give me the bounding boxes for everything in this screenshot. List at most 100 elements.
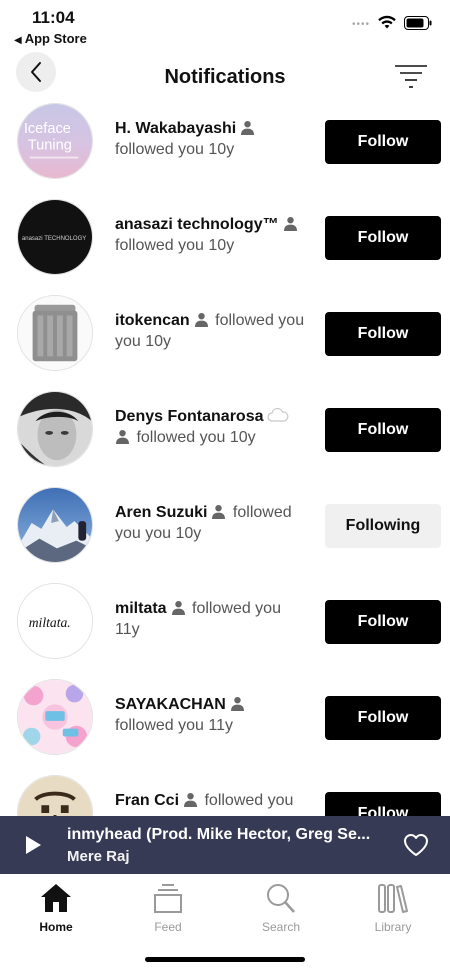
username[interactable]: Fran Cci [115, 792, 179, 809]
avatar-portrait-image [18, 392, 92, 466]
avatar-drawing-image [18, 776, 92, 816]
tab-home[interactable]: Home [11, 882, 101, 942]
notification-text: itokencan followed you you 10y [115, 310, 310, 352]
notifications-screen: 11:04 ◀ App Store •••• Notifications Ice… [0, 0, 450, 972]
notifications-list[interactable]: Iceface Tuning H. Wakabayashi followed y… [0, 96, 450, 816]
username[interactable]: Denys Fontanarosa [115, 408, 263, 425]
notification-action: followed you [204, 792, 294, 809]
status-bar: 11:04 ◀ App Store •••• [0, 0, 450, 48]
notification-time: 11y [115, 621, 140, 638]
person-icon [184, 793, 198, 807]
avatar-text: anasazi TECHNOLOGY [22, 236, 86, 242]
user-avatar[interactable] [17, 391, 93, 467]
avatar-text: miltata. [29, 615, 71, 630]
tab-feed[interactable]: Feed [123, 882, 213, 942]
player-artist[interactable]: Mere Raj [67, 848, 130, 865]
notification-time: 11y [208, 717, 234, 734]
back-app-label: App Store [24, 31, 87, 46]
notification-text: Fran Cci followed you [115, 790, 310, 811]
page-title: Notifications [164, 66, 286, 88]
notification-row[interactable]: Iceface Tuning H. Wakabayashi followed y… [0, 96, 450, 192]
notification-action: followed you [115, 141, 204, 158]
user-avatar[interactable]: anasazi TECHNOLOGY [17, 199, 93, 275]
following-button[interactable]: Following [325, 504, 441, 548]
notification-action: followed you [115, 237, 204, 254]
username[interactable]: SAYAKACHAN [115, 696, 226, 713]
wifi-icon [378, 15, 396, 29]
user-avatar[interactable] [17, 295, 93, 371]
follow-button[interactable]: Follow [325, 408, 441, 452]
notification-row[interactable]: SAYAKACHAN followed you 11y Follow [0, 672, 450, 768]
tab-label: Library [374, 920, 412, 934]
notification-row[interactable]: anasazi TECHNOLOGY anasazi technology™ f… [0, 192, 450, 288]
back-to-app-store-link[interactable]: ◀ App Store [14, 31, 87, 46]
home-icon [41, 884, 71, 912]
notification-action: followed you [115, 717, 204, 734]
username[interactable]: itokencan [115, 312, 190, 329]
player-track-title[interactable]: inmyhead (Prod. Mike Hector, Greg Se... [67, 826, 385, 844]
notification-time: 10y [229, 429, 256, 446]
search-icon [267, 884, 295, 913]
notification-text: anasazi technology™ followed you 10y [115, 214, 310, 256]
tab-library[interactable]: Library [348, 882, 438, 942]
heart-icon[interactable] [403, 833, 429, 857]
notification-row[interactable]: miltata. miltata followed you 11y Follow [0, 576, 450, 672]
notification-text: H. Wakabayashi followed you 10y [115, 118, 310, 160]
notification-action: followed you [136, 429, 226, 446]
username[interactable]: miltata [115, 600, 167, 617]
signal-icon: •••• [352, 19, 371, 30]
user-avatar[interactable] [17, 775, 93, 816]
notification-time-prefix: you [145, 525, 172, 542]
notification-text: SAYAKACHAN followed you 11y [115, 694, 310, 736]
notification-row[interactable]: Aren Suzuki followed you you 10y Followi… [0, 480, 450, 576]
notification-row[interactable]: itokencan followed you you 10y Follow [0, 288, 450, 384]
battery-icon [404, 16, 432, 30]
username[interactable]: anasazi technology™ [115, 216, 279, 233]
avatar-mountain-image [18, 488, 92, 562]
tab-label: Home [39, 920, 73, 934]
avatar-text: Iceface [24, 121, 71, 137]
notification-time: 10y [208, 141, 235, 158]
notification-row[interactable]: Fran Cci followed you Follow [0, 768, 450, 816]
user-avatar[interactable]: miltata. [17, 583, 93, 659]
tab-label: Feed [154, 920, 182, 934]
home-indicator [145, 957, 305, 962]
follow-button[interactable]: Follow [325, 792, 441, 816]
follow-button[interactable]: Follow [325, 312, 441, 356]
avatar-pattern-image [18, 680, 92, 754]
follow-button[interactable]: Follow [325, 600, 441, 644]
avatar-device-image [18, 296, 92, 370]
tab-label: Search [261, 920, 301, 934]
tab-search[interactable]: Search [236, 882, 326, 942]
notification-time: 10y [145, 333, 172, 350]
avatar-text: Tuning [28, 138, 72, 154]
person-icon [194, 313, 208, 327]
follow-button[interactable]: Follow [325, 120, 441, 164]
filter-icon[interactable] [393, 62, 429, 92]
person-icon [230, 697, 244, 711]
avatar-anasazi-image: anasazi TECHNOLOGY [18, 200, 92, 274]
user-avatar[interactable] [17, 487, 93, 563]
person-icon [283, 217, 297, 231]
notification-text: Denys Fontanarosa followed you 10y [115, 406, 310, 448]
back-triangle-icon: ◀ [14, 35, 22, 46]
avatar-miltata-image: miltata. [18, 584, 92, 658]
feed-icon [154, 884, 182, 913]
notification-text: miltata followed you 11y [115, 598, 310, 640]
notification-time-prefix: you [115, 333, 141, 350]
username[interactable]: Aren Suzuki [115, 504, 207, 521]
notification-text: Aren Suzuki followed you you 10y [115, 502, 310, 544]
notification-row[interactable]: Denys Fontanarosa followed you 10y Follo… [0, 384, 450, 480]
user-avatar[interactable] [17, 679, 93, 755]
notification-action: followed you [215, 312, 305, 329]
mini-player[interactable]: inmyhead (Prod. Mike Hector, Greg Se... … [0, 816, 450, 874]
avatar-iceface-image: Iceface Tuning [18, 104, 92, 178]
person-icon [212, 505, 226, 519]
cloud-icon [267, 408, 289, 422]
follow-button[interactable]: Follow [325, 696, 441, 740]
username[interactable]: H. Wakabayashi [115, 120, 236, 137]
person-icon [171, 601, 185, 615]
follow-button[interactable]: Follow [325, 216, 441, 260]
play-icon[interactable] [24, 835, 42, 855]
user-avatar[interactable]: Iceface Tuning [17, 103, 93, 179]
